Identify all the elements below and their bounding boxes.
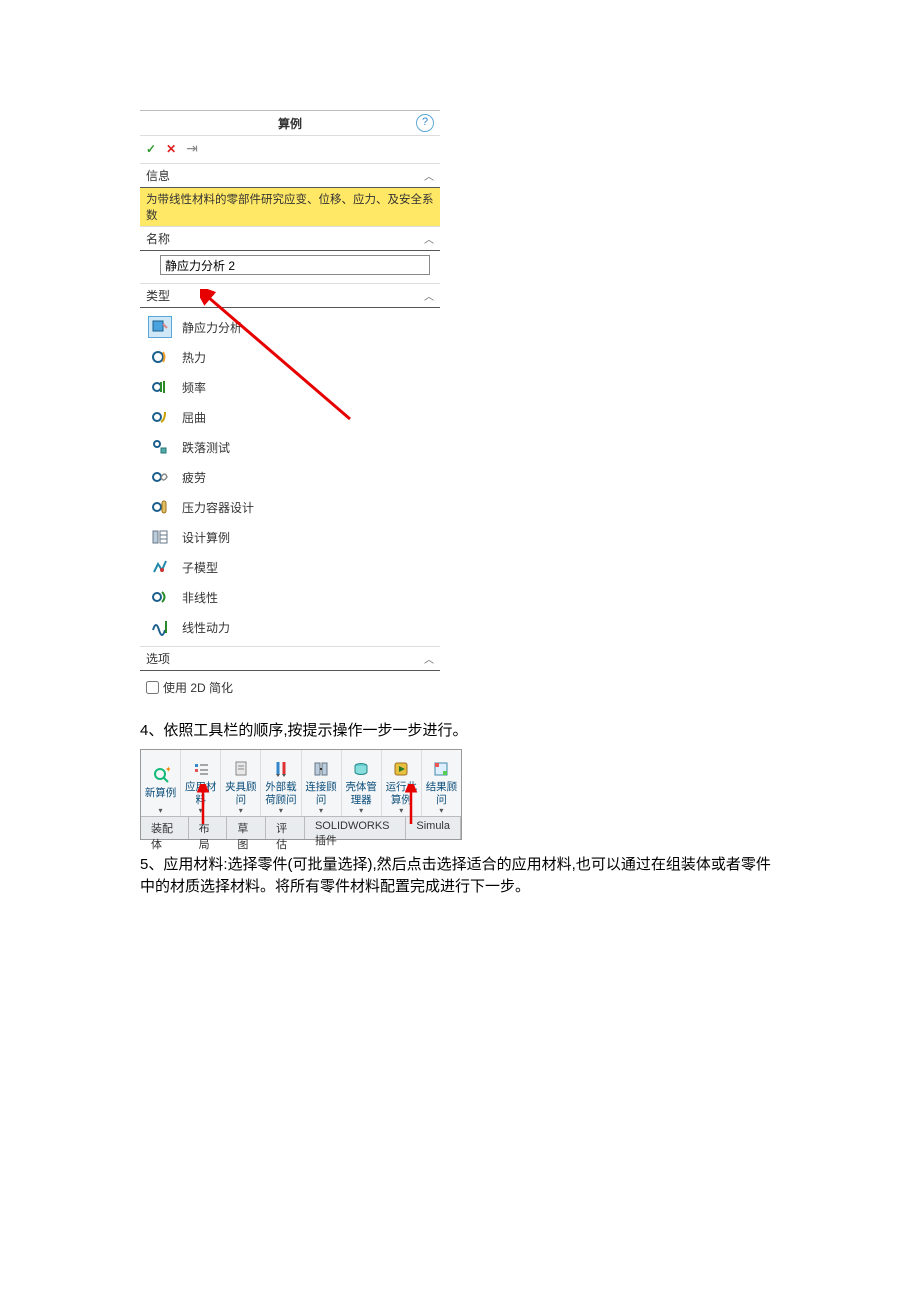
type-label: 线性动力 — [182, 619, 230, 636]
type-label: 热力 — [182, 349, 206, 366]
caret-down-icon: ▾ — [359, 806, 363, 815]
pin-icon[interactable]: ⇥ — [186, 140, 198, 157]
type-label: 频率 — [182, 379, 206, 396]
type-label: 疲劳 — [182, 469, 206, 486]
toolbar-icon — [192, 759, 210, 779]
type-item[interactable]: 线性动力 — [140, 612, 440, 642]
caret-down-icon: ▾ — [319, 806, 323, 815]
use-2d-label: 使用 2D 简化 — [163, 679, 233, 696]
type-item[interactable]: 非线性 — [140, 582, 440, 612]
tabbar: 装配体布局草图评估SOLIDWORKS 插件Simula — [141, 817, 461, 839]
cancel-icon[interactable]: ✕ — [166, 142, 176, 156]
step4-text: 4、依照工具栏的顺序,按提示操作一步一步进行。 — [140, 720, 780, 743]
caret-down-icon: ▾ — [279, 806, 283, 815]
toolbar-icon — [232, 759, 250, 779]
study-type-icon — [148, 526, 172, 548]
study-type-icon — [148, 436, 172, 458]
type-item[interactable]: 静应力分析 — [140, 312, 440, 342]
toolbar-button[interactable]: 结果顾问▾ — [422, 750, 461, 816]
toolbar-button[interactable]: ✦ 新算例 ▾ — [141, 750, 181, 816]
type-item[interactable]: 频率 — [140, 372, 440, 402]
toolbar-icon — [392, 759, 410, 779]
use-2d-checkbox[interactable] — [146, 681, 159, 694]
chevron-up-icon[interactable]: ︿ — [424, 651, 434, 666]
ok-icon[interactable]: ✓ — [146, 142, 156, 156]
options-header: 选项 — [146, 650, 170, 667]
toolbar-label: 运行此算例 — [386, 781, 418, 805]
toolbar-label: 壳体管理器 — [345, 781, 377, 805]
tab[interactable]: 装配体 — [141, 817, 189, 839]
chevron-up-icon[interactable]: ︿ — [424, 168, 434, 183]
type-item[interactable]: 屈曲 — [140, 402, 440, 432]
type-item[interactable]: 跌落测试 — [140, 432, 440, 462]
study-type-icon — [148, 466, 172, 488]
toolbar-icon — [272, 759, 290, 779]
toolbar-button[interactable]: 运行此算例▾ — [382, 750, 422, 816]
type-label: 设计算例 — [182, 529, 230, 546]
info-header: 信息 — [146, 167, 170, 184]
use-2d-checkbox-row[interactable]: 使用 2D 简化 — [146, 675, 434, 696]
study-type-icon — [148, 586, 172, 608]
type-item[interactable]: 疲劳 — [140, 462, 440, 492]
toolbar-label: 新算例 — [145, 787, 177, 799]
type-label: 跌落测试 — [182, 439, 230, 456]
study-type-icon — [148, 406, 172, 428]
step5-text: 5、应用材料:选择零件(可批量选择),然后点击选择适合的应用材料,也可以通过在组… — [140, 854, 780, 899]
type-item[interactable]: 热力 — [140, 342, 440, 372]
chevron-up-icon[interactable]: ︿ — [424, 288, 434, 303]
type-list: 静应力分析热力频率屈曲跌落测试疲劳压力容器设计设计算例子模型非线性线性动力 — [140, 308, 440, 647]
toolbar-icon: ✦ — [152, 765, 170, 785]
caret-down-icon: ▾ — [159, 806, 163, 815]
tab[interactable]: SOLIDWORKS 插件 — [305, 817, 406, 839]
toolbar-icon — [312, 759, 330, 779]
toolbar-button[interactable]: 外部载荷顾问▾ — [261, 750, 301, 816]
toolbar-button[interactable]: 应用材料▾ — [181, 750, 221, 816]
panel-title: 算例 — [278, 115, 302, 132]
toolbar-icon — [432, 759, 450, 779]
toolbar-label: 结果顾问 — [426, 781, 458, 805]
type-label: 屈曲 — [182, 409, 206, 426]
study-type-icon — [148, 556, 172, 578]
type-label: 子模型 — [182, 559, 218, 576]
info-banner: 为带线性材料的零部件研究应变、位移、应力、及安全系数 — [140, 188, 440, 227]
toolbar-button[interactable]: 壳体管理器▾ — [342, 750, 382, 816]
toolbar-button[interactable]: 夹具顾问▾ — [221, 750, 261, 816]
type-header: 类型 — [146, 287, 170, 304]
study-type-icon — [148, 496, 172, 518]
toolbar-label: 外部载荷顾问 — [265, 781, 297, 805]
toolbar-icon — [352, 759, 370, 779]
tab[interactable]: 评估 — [266, 817, 305, 839]
caret-down-icon: ▾ — [439, 806, 443, 815]
tab[interactable]: Simula — [406, 817, 461, 839]
study-name-input[interactable] — [160, 255, 430, 275]
name-header: 名称 — [146, 230, 170, 247]
type-label: 静应力分析 — [182, 319, 242, 336]
caret-down-icon: ▾ — [399, 806, 403, 815]
help-icon[interactable]: ? — [416, 114, 434, 132]
toolbar-button[interactable]: 连接顾问▾ — [302, 750, 342, 816]
chevron-up-icon[interactable]: ︿ — [424, 231, 434, 246]
svg-text:✦: ✦ — [165, 766, 170, 774]
toolbar-label: 连接顾问 — [305, 781, 337, 805]
caret-down-icon: ▾ — [199, 806, 203, 815]
type-label: 压力容器设计 — [182, 499, 254, 516]
study-type-icon — [148, 376, 172, 398]
tab[interactable]: 布局 — [189, 817, 228, 839]
study-type-icon — [148, 316, 172, 338]
type-item[interactable]: 设计算例 — [140, 522, 440, 552]
toolbar-label: 应用材料 — [185, 781, 217, 805]
type-label: 非线性 — [182, 589, 218, 606]
type-item[interactable]: 子模型 — [140, 552, 440, 582]
type-item[interactable]: 压力容器设计 — [140, 492, 440, 522]
caret-down-icon: ▾ — [239, 806, 243, 815]
toolbar-label: 夹具顾问 — [225, 781, 257, 805]
tab[interactable]: 草图 — [227, 817, 266, 839]
study-type-icon — [148, 346, 172, 368]
simulation-toolbar: ✦新算例▾应用材料▾夹具顾问▾外部载荷顾问▾连接顾问▾壳体管理器▾运行此算例▾结… — [141, 750, 461, 817]
study-type-icon — [148, 616, 172, 638]
